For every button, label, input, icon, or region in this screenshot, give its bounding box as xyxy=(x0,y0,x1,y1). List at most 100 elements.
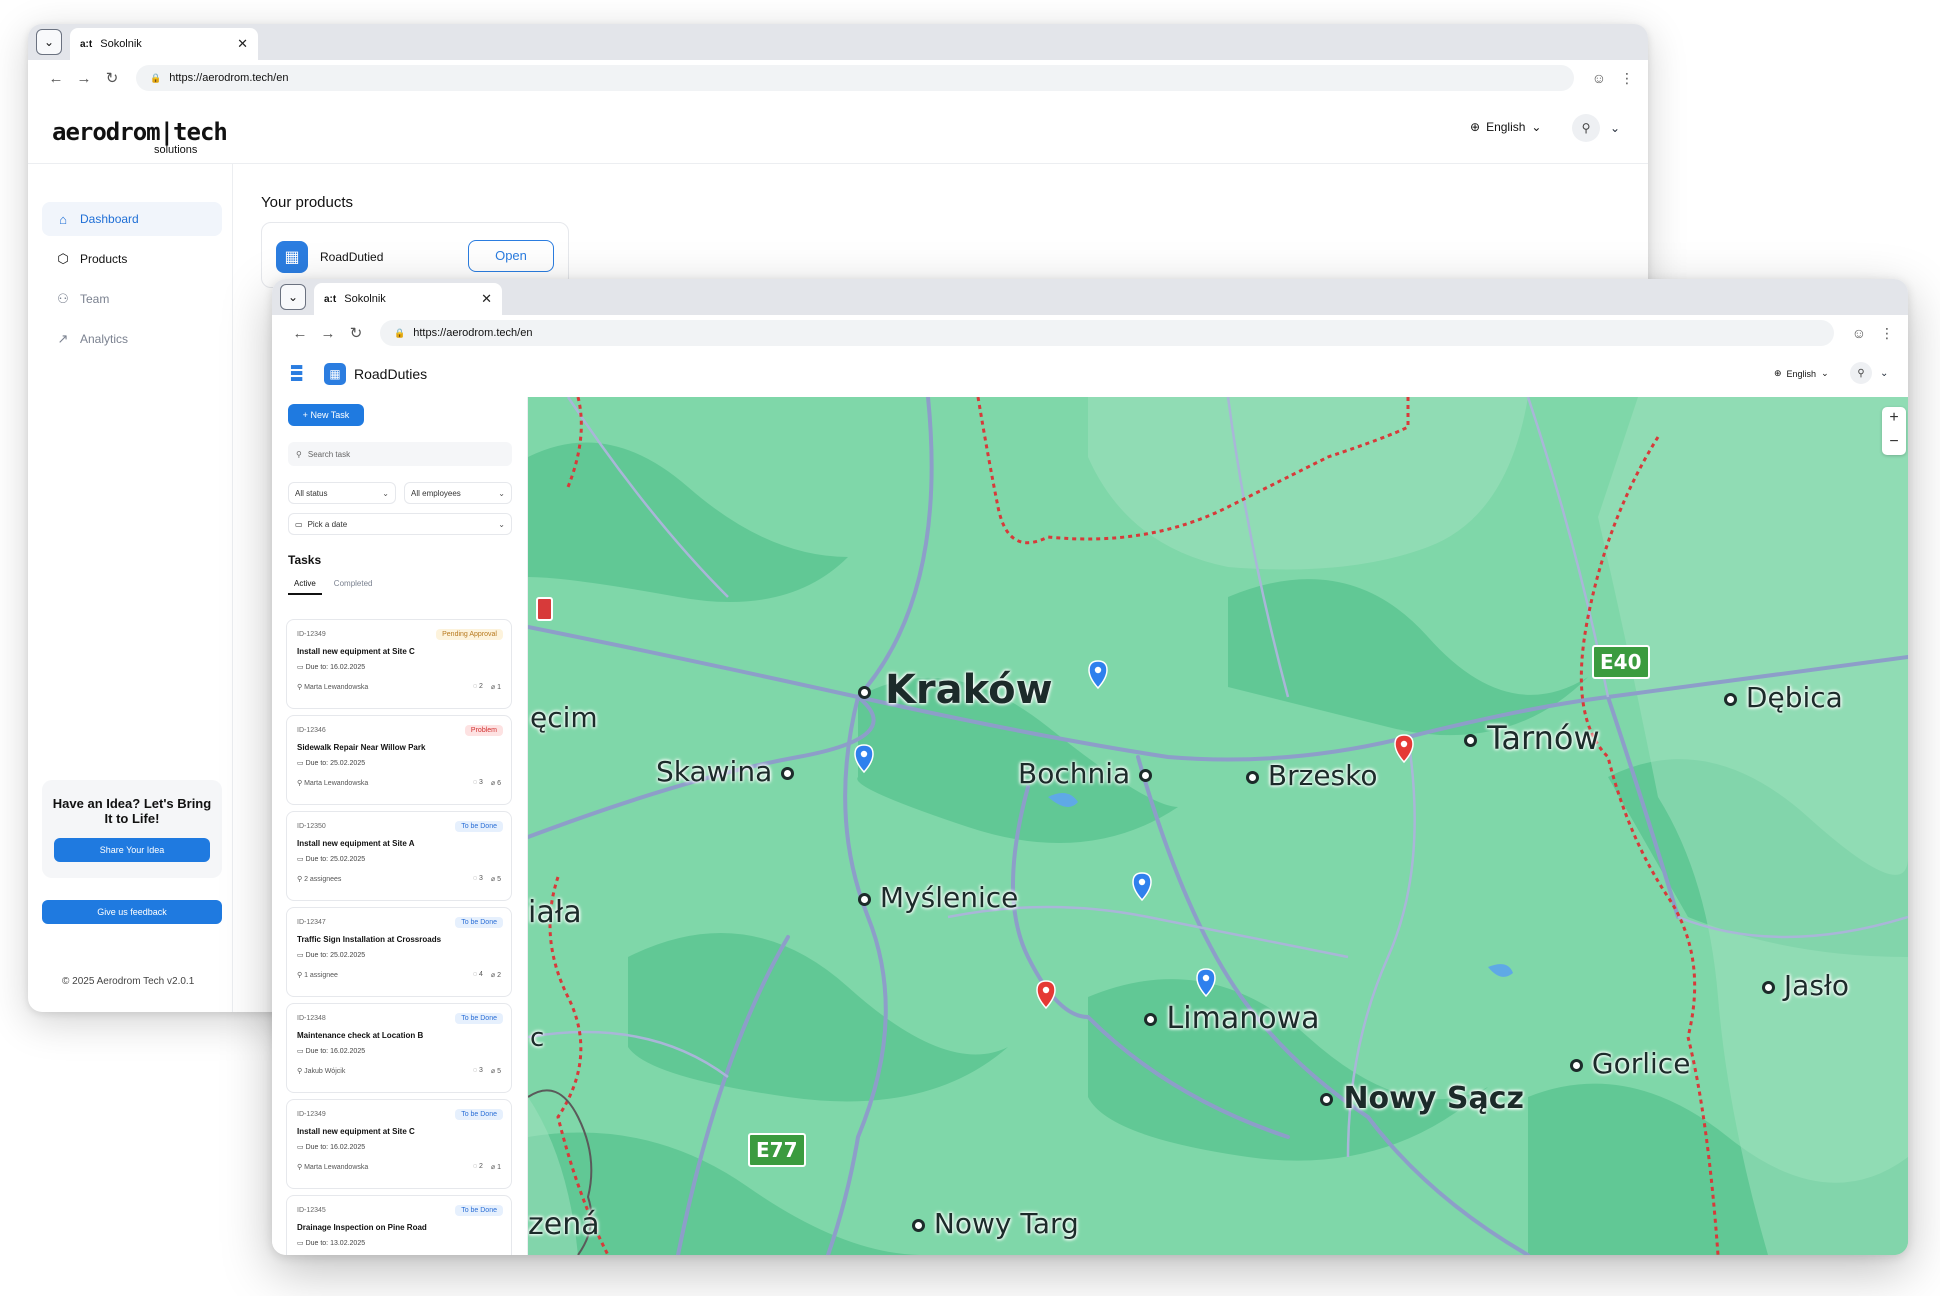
due-text: Due to: 16.02.2025 xyxy=(305,1048,366,1055)
browser-tab[interactable]: a:t Sokolnik ✕ xyxy=(314,283,502,315)
task-card[interactable]: ID-12346 Problem Sidewalk Repair Near Will… xyxy=(286,715,512,805)
task-card[interactable]: ID-12349 Pending Approval Install new equi… xyxy=(286,619,512,709)
smiley-icon[interactable]: ☺ xyxy=(1592,70,1606,87)
forward-arrow-icon[interactable]: → xyxy=(314,325,342,342)
city-dot-icon xyxy=(1139,768,1153,782)
calendar-icon: ▭ xyxy=(295,519,303,529)
comment-count: ◌ 3 xyxy=(473,875,483,883)
task-due-date: ▭ Due to: 16.02.2025 xyxy=(297,1143,365,1151)
comment-count-value: 2 xyxy=(479,683,483,690)
task-title: Install new equipment at Site C xyxy=(297,1127,415,1136)
task-card[interactable]: ID-12347 To be Done Traffic Sign Installat… xyxy=(286,907,512,997)
comment-count: ◌ 3 xyxy=(473,779,483,787)
zoom-out-button[interactable]: − xyxy=(1882,431,1906,455)
user-menu[interactable]: ⚲ ⌄ xyxy=(1850,362,1888,384)
language-selector[interactable]: ⊕ English ⌄ xyxy=(1774,368,1854,379)
map-marker-pin-1[interactable] xyxy=(1088,660,1108,690)
task-counts: ◌ 4 ⌀ 2 xyxy=(473,971,501,979)
city-name: Limanowa xyxy=(1166,1001,1320,1036)
sidebar-item-dashboard[interactable]: ⌂ Dashboard xyxy=(42,202,222,236)
app-header: aerodrom|tech solutions ⊕ English ⌄ ⚲ ⌄ xyxy=(28,96,1648,164)
more-menu-icon[interactable]: ⋮ xyxy=(1620,70,1634,87)
back-arrow-icon[interactable]: ← xyxy=(42,70,70,87)
attachment-count: ⌀ 2 xyxy=(491,971,501,979)
open-product-button[interactable]: Open xyxy=(468,240,554,272)
city-dot-icon xyxy=(1762,980,1775,994)
task-counts: ◌ 3 ⌀ 5 xyxy=(473,1067,501,1075)
sidebar-item-team[interactable]: ⚇ Team xyxy=(42,282,222,316)
feedback-button[interactable]: Give us feedback xyxy=(42,900,222,924)
user-avatar-icon: ⚲ xyxy=(1572,114,1600,142)
city-label-brzesko: Brzesko xyxy=(1246,759,1378,792)
employee-filter-select[interactable]: All employees ⌄ xyxy=(404,482,512,504)
tab-dropdown-button[interactable]: ⌄ xyxy=(280,284,306,310)
map-marker-pin-4[interactable] xyxy=(1132,872,1152,902)
task-card[interactable]: ID-12345 To be Done Drainage Inspection on… xyxy=(286,1195,512,1255)
aerodrom-logo: aerodrom|tech solutions xyxy=(52,118,228,156)
language-selector[interactable]: ⊕ English ⌄ xyxy=(1470,120,1541,134)
url-field[interactable]: 🔒 https://aerodrom.tech/en xyxy=(380,320,1834,346)
sidebar-item-products[interactable]: ⬡ Products xyxy=(42,242,222,276)
tab-active[interactable]: Active xyxy=(288,579,322,595)
task-tabs: Active Completed xyxy=(288,579,372,595)
city-dot-icon xyxy=(1144,1013,1157,1026)
url-field[interactable]: 🔒 https://aerodrom.tech/en xyxy=(136,65,1574,91)
close-tab-icon[interactable]: ✕ xyxy=(481,291,492,307)
city-name: Kraków xyxy=(884,667,1053,713)
user-menu[interactable]: ⚲ ⌄ xyxy=(1572,114,1620,142)
search-input[interactable]: ⚲ Search task xyxy=(288,442,512,466)
city-label-jaslo: Jasło xyxy=(1762,969,1849,1002)
city-label-edge: c xyxy=(530,1023,545,1053)
forward-arrow-icon[interactable]: → xyxy=(70,70,98,87)
sidebar-item-label: Team xyxy=(80,292,110,306)
city-label-bochnia: Bochnia xyxy=(1018,757,1153,790)
due-text: Due to: 16.02.2025 xyxy=(305,664,366,671)
task-card[interactable]: ID-12350 To be Done Install new equipment … xyxy=(286,811,512,901)
task-id: ID-12346 xyxy=(297,727,326,734)
tab-dropdown-button[interactable]: ⌄ xyxy=(36,29,62,55)
status-filter-select[interactable]: All status ⌄ xyxy=(288,482,396,504)
assignee-text: 1 assignee xyxy=(304,972,338,979)
address-bar: ← → ↻ 🔒 https://aerodrom.tech/en ☺ ⋮ xyxy=(272,315,1908,351)
reload-icon[interactable]: ↻ xyxy=(98,69,126,87)
status-badge: To be Done xyxy=(455,1013,503,1024)
date-picker[interactable]: ▭ Pick a date ⌄ xyxy=(288,513,512,535)
back-arrow-icon[interactable]: ← xyxy=(286,325,314,342)
zoom-in-button[interactable]: + xyxy=(1882,407,1906,431)
task-id: ID-12349 xyxy=(297,631,326,638)
city-label-debica: Dębica xyxy=(1724,681,1843,714)
more-menu-icon[interactable]: ⋮ xyxy=(1880,325,1894,342)
reload-icon[interactable]: ↻ xyxy=(342,324,370,342)
status-badge: To be Done xyxy=(455,917,503,928)
task-assignee: ⚲ Marta Lewandowska xyxy=(297,683,368,691)
close-tab-icon[interactable]: ✕ xyxy=(237,36,248,52)
tab-completed[interactable]: Completed xyxy=(334,579,373,595)
user-avatar-icon: ⚲ xyxy=(1850,362,1872,384)
chevron-down-icon: ⌄ xyxy=(1610,121,1621,135)
assignee-text: Marta Lewandowska xyxy=(304,1164,369,1171)
map-marker-pin-5[interactable] xyxy=(1036,980,1056,1010)
due-text: Due to: 25.02.2025 xyxy=(305,760,366,767)
attachment-count: ⌀ 5 xyxy=(491,1067,501,1075)
app-grid-icon[interactable]: ▪▪▪ ▪▪▪ ▪▪▪ xyxy=(290,360,303,388)
sidebar-item-analytics[interactable]: ↗ Analytics xyxy=(42,322,222,356)
task-card[interactable]: ID-12348 To be Done Maintenance check at L… xyxy=(286,1003,512,1093)
city-name: Jasło xyxy=(1783,969,1849,1002)
road-sign-red xyxy=(536,597,553,621)
task-assignee: ⚲ Marta Lewandowska xyxy=(297,1163,368,1171)
map-view[interactable]: E40 E77 Kraków Skawina Bochnia Brzesko T… xyxy=(528,397,1908,1255)
task-counts: ◌ 3 ⌀ 6 xyxy=(473,779,501,787)
browser-tab[interactable]: a:t Sokolnik ✕ xyxy=(70,28,258,60)
task-title: Install new equipment at Site A xyxy=(297,839,415,848)
idea-title: Have an Idea? Let's Bring It to Life! xyxy=(52,796,212,826)
task-id: ID-12347 xyxy=(297,919,326,926)
app-header: ▪▪▪ ▪▪▪ ▪▪▪ ▦ RoadDuties ⊕ English ⌄ ⚲ ⌄ xyxy=(272,351,1908,397)
task-counts: ◌ 2 ⌀ 1 xyxy=(473,1163,501,1171)
task-card[interactable]: ID-12349 To be Done Install new equipment … xyxy=(286,1099,512,1189)
share-idea-button[interactable]: Share Your Idea xyxy=(54,838,210,862)
comment-count: ◌ 3 xyxy=(473,1067,483,1075)
assignee-text: Jakub Wójcik xyxy=(304,1068,346,1075)
smiley-icon[interactable]: ☺ xyxy=(1852,325,1866,342)
new-task-button[interactable]: + New Task xyxy=(288,404,364,426)
task-assignee: ⚲ 1 assignee xyxy=(297,971,338,979)
